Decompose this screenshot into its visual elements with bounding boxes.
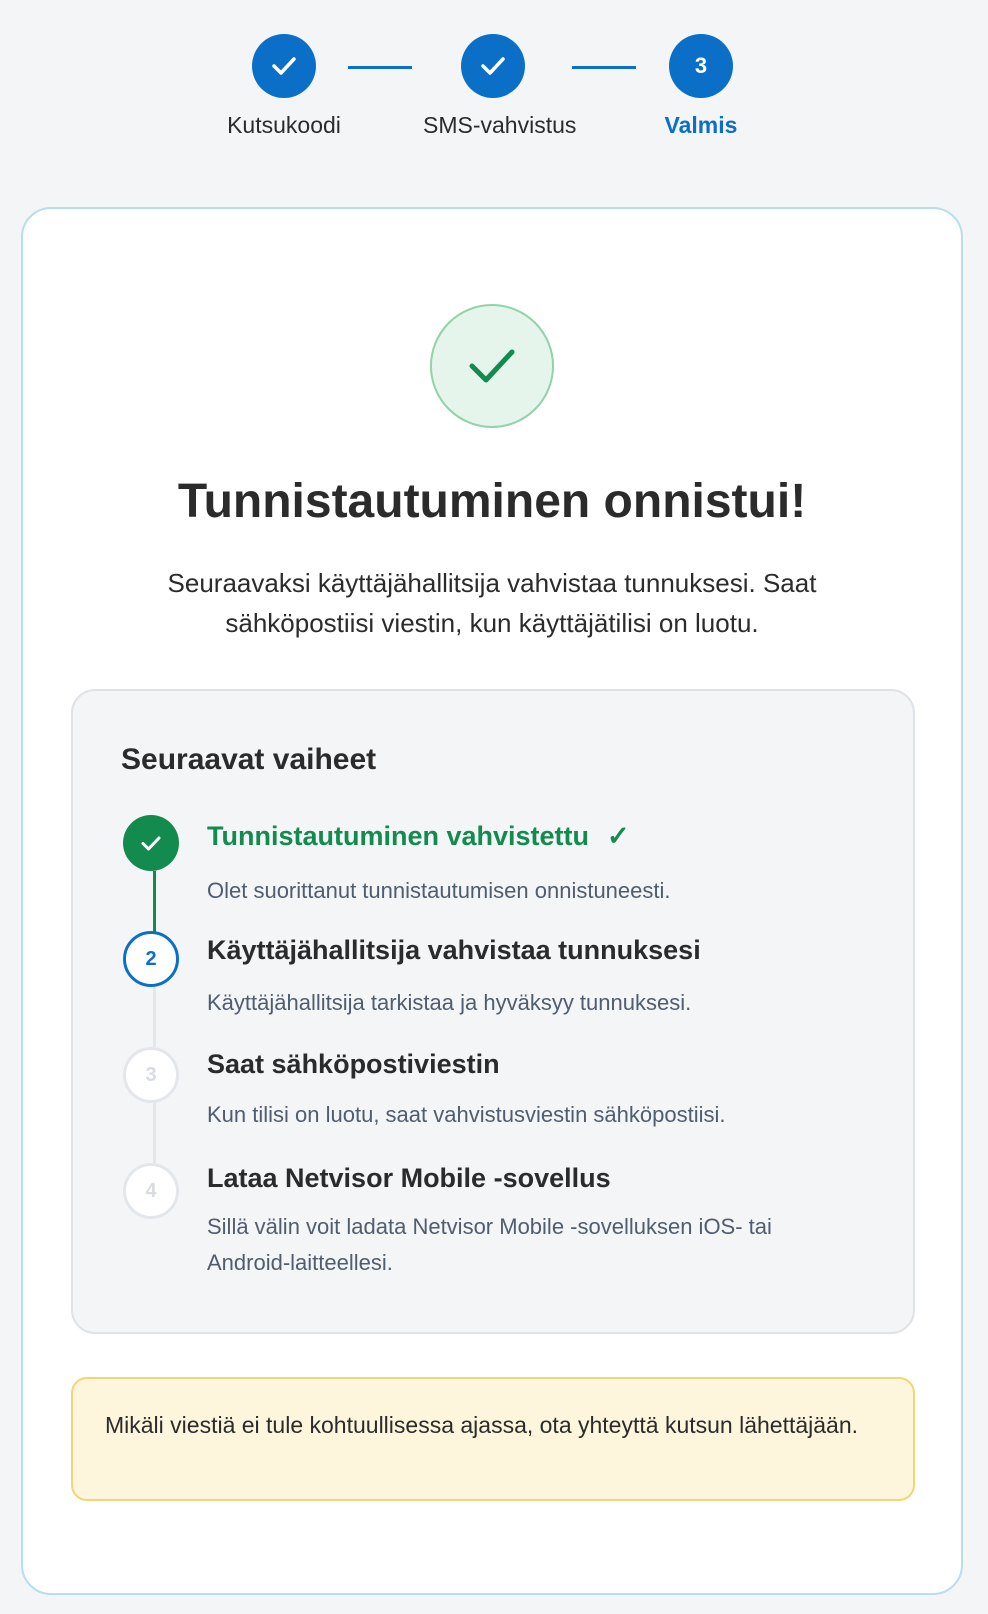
progress-stepper: Kutsukoodi SMS-vahvistus 3 Valmis bbox=[0, 0, 988, 160]
step-label: SMS-vahvistus bbox=[423, 112, 577, 138]
step-kutsukoodi: Kutsukoodi bbox=[214, 34, 354, 139]
next-step-description: Käyttäjähallitsija tarkistaa ja hyväksyy… bbox=[207, 990, 692, 1015]
next-step-title: Tunnistautuminen vahvistettu ✓ bbox=[207, 821, 630, 852]
step-connector bbox=[572, 66, 636, 69]
check-icon: ✓ bbox=[607, 821, 630, 851]
check-icon bbox=[469, 349, 515, 383]
timeline-line bbox=[153, 1103, 156, 1163]
next-step-description: Olet suorittanut tunnistautumisen onnist… bbox=[207, 878, 671, 903]
next-steps-panel: Seuraavat vaiheet Tunnistautuminen vahvi… bbox=[71, 689, 915, 1334]
step-sms-vahvistus: SMS-vahvistus bbox=[423, 34, 577, 139]
page-title: Tunnistautuminen onnistui! bbox=[177, 475, 807, 528]
step-number-circle: 2 bbox=[123, 931, 179, 987]
check-icon bbox=[141, 836, 161, 850]
step-valmis: 3 Valmis bbox=[631, 34, 771, 139]
step-number-circle: 3 bbox=[123, 1047, 179, 1103]
next-step-title-text: Tunnistautuminen vahvistettu bbox=[207, 821, 590, 851]
check-icon bbox=[481, 57, 505, 75]
check-icon bbox=[272, 57, 296, 75]
step-done-circle bbox=[461, 34, 525, 98]
step-number-circle: 3 bbox=[669, 34, 733, 98]
step-label: Valmis bbox=[664, 112, 738, 138]
next-step-title: Saat sähköpostiviestin bbox=[207, 1049, 500, 1079]
success-card: Tunnistautuminen onnistui! Seuraavaksi k… bbox=[21, 207, 963, 1595]
step-label: Kutsukoodi bbox=[227, 112, 341, 138]
next-step-title: Lataa Netvisor Mobile -sovellus bbox=[207, 1163, 611, 1193]
step-done-circle bbox=[123, 815, 179, 871]
timeline-line bbox=[153, 987, 156, 1047]
next-step-title: Käyttäjähallitsija vahvistaa tunnuksesi bbox=[207, 935, 701, 965]
step-number-circle: 4 bbox=[123, 1163, 179, 1219]
page-subtitle: Seuraavaksi käyttäjähallitsija vahvistaa… bbox=[167, 568, 817, 638]
next-step-description: Sillä välin voit ladata Netvisor Mobile … bbox=[207, 1214, 772, 1275]
next-steps-heading: Seuraavat vaiheet bbox=[121, 743, 377, 776]
step-connector bbox=[348, 66, 412, 69]
next-step-description: Kun tilisi on luotu, saat vahvistusviest… bbox=[207, 1102, 726, 1127]
info-notice: Mikäli viestiä ei tule kohtuullisessa aj… bbox=[71, 1377, 915, 1501]
success-indicator bbox=[430, 304, 554, 428]
timeline-line-done bbox=[153, 871, 156, 933]
step-done-circle bbox=[252, 34, 316, 98]
